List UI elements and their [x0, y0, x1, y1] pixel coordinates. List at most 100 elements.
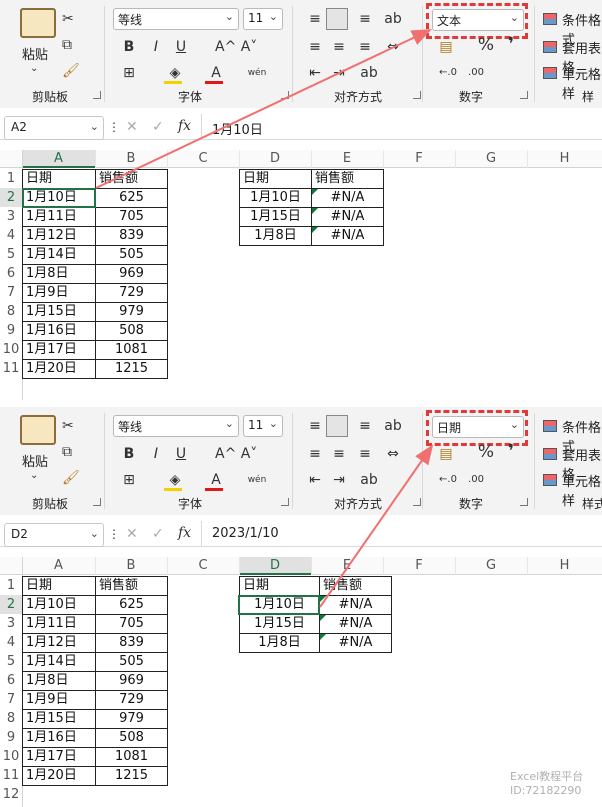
- right-table-cell[interactable]: #N/A: [311, 188, 384, 208]
- left-table-cell[interactable]: 1月9日: [22, 283, 96, 303]
- row-header-8[interactable]: 8: [0, 709, 22, 728]
- dialog-launcher-icon[interactable]: [93, 498, 101, 506]
- percent-button[interactable]: %: [476, 36, 496, 54]
- left-table-cell[interactable]: 1月14日: [22, 652, 96, 672]
- underline-button[interactable]: U: [172, 445, 190, 463]
- align-right-button[interactable]: ≡: [354, 38, 376, 56]
- dialog-launcher-icon[interactable]: [413, 498, 421, 506]
- right-table-cell[interactable]: 1月8日: [239, 226, 312, 246]
- right-table-cell[interactable]: #N/A: [319, 614, 392, 634]
- increase-decimal-button[interactable]: ←.0: [436, 471, 460, 489]
- column-header-D[interactable]: D: [239, 150, 311, 168]
- left-table-cell[interactable]: 979: [95, 709, 168, 729]
- decrease-decimal-button[interactable]: .00: [464, 64, 488, 82]
- font-name-select[interactable]: 等线 ⌄: [113, 415, 239, 437]
- left-table-cell[interactable]: 1081: [95, 340, 168, 360]
- paste-dropdown-chevron-icon[interactable]: ⌄: [30, 60, 38, 78]
- bold-button[interactable]: B: [120, 445, 138, 463]
- row-header-6[interactable]: 6: [0, 671, 22, 690]
- paste-icon[interactable]: [20, 415, 56, 445]
- column-header-F[interactable]: F: [383, 150, 455, 168]
- row-header-7[interactable]: 7: [0, 690, 22, 709]
- grow-font-button[interactable]: A^: [215, 445, 236, 463]
- left-table-cell[interactable]: 1月16日: [22, 321, 96, 341]
- dialog-launcher-icon[interactable]: [520, 498, 528, 506]
- row-header-10[interactable]: 10: [0, 747, 22, 766]
- name-box[interactable]: A2 ⌄: [4, 116, 104, 140]
- row-header-2[interactable]: 2: [0, 595, 22, 614]
- left-table-cell[interactable]: 1月9日: [22, 690, 96, 710]
- increase-indent-button[interactable]: ⇥: [328, 64, 350, 82]
- left-table-cell[interactable]: 1215: [95, 766, 168, 786]
- left-table-cell[interactable]: 729: [95, 690, 168, 710]
- left-table-cell[interactable]: 1215: [95, 359, 168, 379]
- align-center-button[interactable]: ≡: [328, 38, 350, 56]
- dialog-launcher-icon[interactable]: [520, 91, 528, 99]
- align-bottom-button[interactable]: ≡: [354, 417, 376, 435]
- wrap-text-button[interactable]: ab: [382, 417, 404, 435]
- italic-button[interactable]: I: [147, 445, 165, 463]
- row-header-1[interactable]: 1: [0, 576, 22, 595]
- column-header-E[interactable]: E: [311, 150, 383, 168]
- right-table-cell[interactable]: 1月15日: [239, 207, 312, 227]
- left-table-cell[interactable]: 1月16日: [22, 728, 96, 748]
- decrease-indent-button[interactable]: ⇤: [304, 64, 326, 82]
- cut-icon[interactable]: ✂: [62, 10, 74, 28]
- comma-style-button[interactable]: ❜: [502, 443, 520, 461]
- dialog-launcher-icon[interactable]: [413, 91, 421, 99]
- left-table-cell[interactable]: 1月10日: [22, 595, 96, 615]
- more-options-icon[interactable]: ⋮: [108, 525, 120, 543]
- column-header-H[interactable]: H: [527, 150, 602, 168]
- format-painter-icon[interactable]: 🖌: [62, 62, 80, 80]
- right-table-cell[interactable]: #N/A: [319, 595, 392, 615]
- left-table-cell[interactable]: 日期: [22, 576, 96, 596]
- row-header-11[interactable]: 11: [0, 766, 22, 785]
- fill-color-button[interactable]: ◈: [164, 471, 186, 489]
- phonetic-button[interactable]: wén: [246, 64, 268, 82]
- left-table-cell[interactable]: 销售额: [95, 169, 168, 189]
- insert-function-icon[interactable]: fx: [178, 525, 191, 541]
- left-table-cell[interactable]: 1月20日: [22, 766, 96, 786]
- shrink-font-button[interactable]: A˅: [240, 38, 258, 56]
- align-center-button[interactable]: ≡: [328, 445, 350, 463]
- accounting-format-icon[interactable]: ▤: [436, 445, 456, 463]
- column-header-G[interactable]: G: [455, 557, 527, 575]
- left-table-cell[interactable]: 1月20日: [22, 359, 96, 379]
- column-header-B[interactable]: B: [95, 557, 167, 575]
- row-header-7[interactable]: 7: [0, 283, 22, 302]
- left-table-cell[interactable]: 505: [95, 245, 168, 265]
- phonetic-button[interactable]: wén: [246, 471, 268, 489]
- accounting-format-icon[interactable]: ▤: [436, 38, 456, 56]
- right-table-cell[interactable]: #N/A: [311, 226, 384, 246]
- left-table-cell[interactable]: 505: [95, 652, 168, 672]
- left-table-cell[interactable]: 839: [95, 633, 168, 653]
- right-table-cell[interactable]: 日期: [239, 169, 312, 189]
- dialog-launcher-icon[interactable]: [93, 91, 101, 99]
- row-header-5[interactable]: 5: [0, 245, 22, 264]
- left-table-cell[interactable]: 1月11日: [22, 207, 96, 227]
- row-header-9[interactable]: 9: [0, 728, 22, 747]
- left-table-cell[interactable]: 1月15日: [22, 302, 96, 322]
- row-header-2[interactable]: 2: [0, 188, 22, 207]
- right-table-cell[interactable]: 1月15日: [239, 614, 320, 634]
- row-header-4[interactable]: 4: [0, 633, 22, 652]
- right-table-cell[interactable]: 1月8日: [239, 633, 320, 653]
- right-table-cell[interactable]: 1月10日: [239, 188, 312, 208]
- increase-decimal-button[interactable]: ←.0: [436, 64, 460, 82]
- paste-icon[interactable]: [20, 8, 56, 38]
- borders-button[interactable]: ⊞: [118, 64, 140, 82]
- column-header-G[interactable]: G: [455, 150, 527, 168]
- left-table-cell[interactable]: 1081: [95, 747, 168, 767]
- column-header-H[interactable]: H: [527, 557, 602, 575]
- fill-color-button[interactable]: ◈: [164, 64, 186, 82]
- row-header-9[interactable]: 9: [0, 321, 22, 340]
- align-right-button[interactable]: ≡: [354, 445, 376, 463]
- left-table-cell[interactable]: 1月12日: [22, 633, 96, 653]
- percent-button[interactable]: %: [476, 443, 496, 461]
- font-name-select[interactable]: 等线 ⌄: [113, 8, 239, 30]
- right-table-cell[interactable]: #N/A: [311, 207, 384, 227]
- font-size-select[interactable]: 11 ⌄: [243, 415, 283, 437]
- name-box[interactable]: D2 ⌄: [4, 523, 104, 547]
- left-table-cell[interactable]: 1月8日: [22, 671, 96, 691]
- row-header-3[interactable]: 3: [0, 207, 22, 226]
